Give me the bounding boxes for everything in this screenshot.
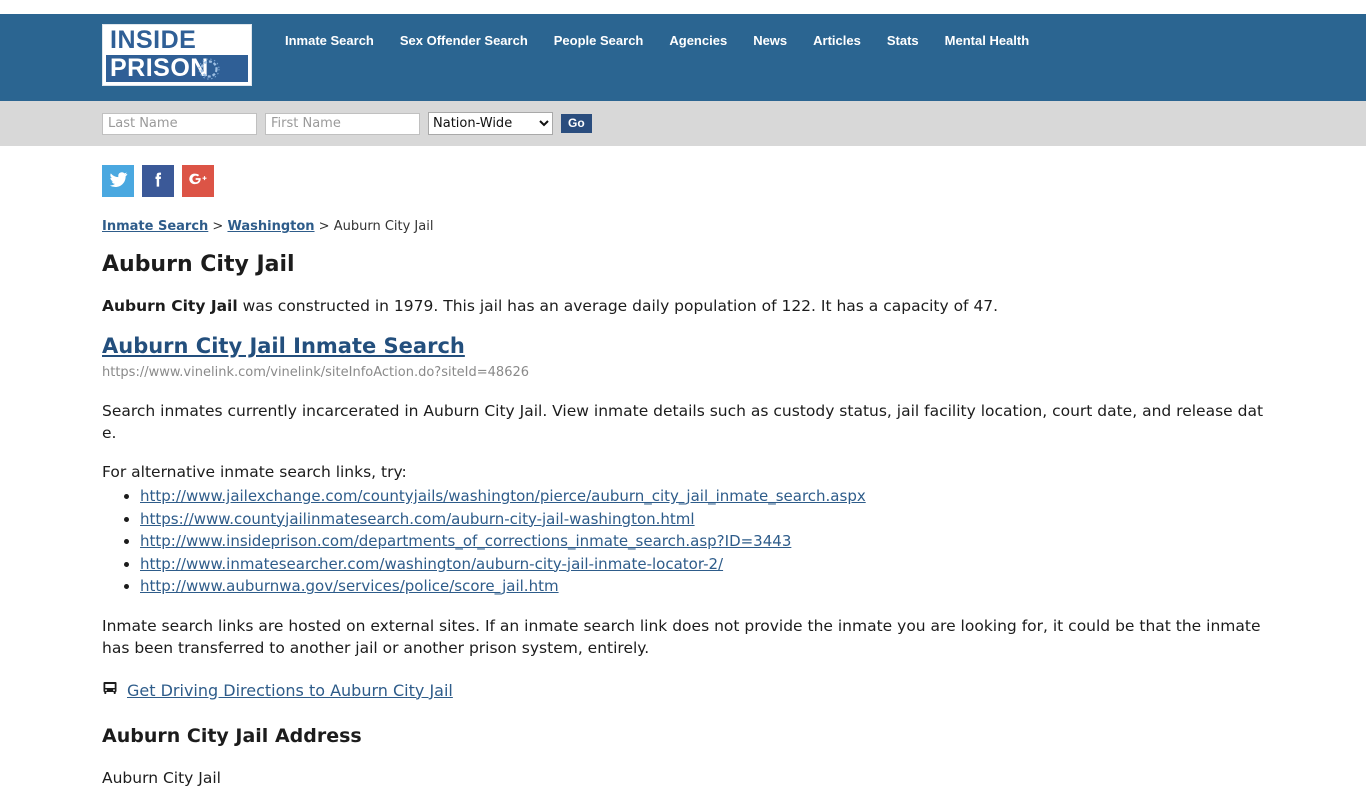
- first-name-input[interactable]: [265, 112, 420, 135]
- nav-item-agencies[interactable]: Agencies: [669, 33, 727, 49]
- alt-link-inmatesearcher[interactable]: http://www.inmatesearcher.com/washington…: [140, 555, 723, 573]
- nav-item-people-search[interactable]: People Search: [554, 33, 644, 49]
- breadcrumb-separator-1: >: [208, 219, 228, 234]
- driving-directions-row: Get Driving Directions to Auburn City Ja…: [102, 681, 1276, 701]
- last-name-input[interactable]: [102, 112, 257, 135]
- facebook-icon: [149, 170, 168, 193]
- list-item: http://www.inmatesearcher.com/washington…: [140, 553, 1276, 576]
- list-item: http://www.auburnwa.gov/services/police/…: [140, 575, 1276, 598]
- logo-text-prison: PRISON: [106, 55, 248, 82]
- alternative-links-label: For alternative inmate search links, try…: [102, 463, 407, 481]
- breadcrumb-separator-2: >: [314, 219, 334, 234]
- breadcrumb-link-inmate-search[interactable]: Inmate Search: [102, 219, 208, 234]
- logo-prison-label: PRISON: [110, 55, 209, 82]
- inmate-search-heading: Auburn City Jail Inmate Search: [102, 334, 1276, 359]
- breadcrumb-link-washington[interactable]: Washington: [227, 219, 314, 234]
- twitter-icon: [109, 170, 128, 193]
- site-logo[interactable]: INSIDE PRISON: [102, 24, 252, 86]
- search-scope-select[interactable]: Nation-Wide: [428, 112, 553, 135]
- quick-search-bar: Nation-Wide Go: [0, 101, 1366, 146]
- site-header: INSIDE PRISON Inmate Search Sex Offender…: [0, 14, 1366, 101]
- alt-link-auburnwa-gov[interactable]: http://www.auburnwa.gov/services/police/…: [140, 577, 559, 595]
- list-item: http://www.insideprison.com/departments_…: [140, 530, 1276, 553]
- barbed-wire-circle-icon: [198, 58, 220, 82]
- top-white-strip: [0, 0, 1366, 14]
- inmate-search-url: https://www.vinelink.com/vinelink/siteIn…: [102, 365, 530, 380]
- google-plus-share-button[interactable]: [182, 165, 214, 197]
- search-description: Search inmates currently incarcerated in…: [102, 402, 1264, 442]
- alt-link-insideprison[interactable]: http://www.insideprison.com/departments_…: [140, 532, 791, 550]
- alt-link-jailexchange[interactable]: http://www.jailexchange.com/countyjails/…: [140, 487, 866, 505]
- page-content: Inmate Search > Washington > Auburn City…: [0, 146, 1366, 789]
- nav-item-articles[interactable]: Articles: [813, 33, 861, 49]
- search-description-wrapper: Search inmates currently incarcerated in…: [102, 400, 1266, 444]
- driving-directions-link[interactable]: Get Driving Directions to Auburn City Ja…: [127, 681, 453, 701]
- address-heading: Auburn City Jail Address: [102, 724, 362, 747]
- facility-name-bold: Auburn City Jail: [102, 297, 238, 315]
- facility-intro-paragraph: Auburn City Jail was constructed in 1979…: [102, 295, 1276, 317]
- logo-text-inside: INSIDE: [110, 26, 197, 54]
- external-links-disclaimer: Inmate search links are hosted on extern…: [102, 616, 1261, 657]
- breadcrumb-current: Auburn City Jail: [333, 219, 434, 234]
- page-title: Auburn City Jail: [102, 252, 295, 277]
- search-go-button[interactable]: Go: [561, 114, 592, 133]
- nav-item-news[interactable]: News: [753, 33, 787, 49]
- nav-item-mental-health[interactable]: Mental Health: [945, 33, 1030, 49]
- alt-link-countyjailinmatesearch[interactable]: https://www.countyjailinmatesearch.com/a…: [140, 510, 695, 528]
- main-navigation: Inmate Search Sex Offender Search People…: [285, 33, 1029, 49]
- twitter-share-button[interactable]: [102, 165, 134, 197]
- bus-icon: [102, 681, 118, 701]
- nav-item-stats[interactable]: Stats: [887, 33, 919, 49]
- inmate-search-link[interactable]: Auburn City Jail Inmate Search: [102, 334, 465, 358]
- nav-item-sex-offender-search[interactable]: Sex Offender Search: [400, 33, 528, 49]
- alternative-links-list: http://www.jailexchange.com/countyjails/…: [102, 485, 1276, 598]
- breadcrumb: Inmate Search > Washington > Auburn City…: [102, 219, 1276, 235]
- social-share-row: [102, 165, 1276, 197]
- nav-item-inmate-search[interactable]: Inmate Search: [285, 33, 374, 49]
- list-item: http://www.jailexchange.com/countyjails/…: [140, 485, 1276, 508]
- list-item: https://www.countyjailinmatesearch.com/a…: [140, 508, 1276, 531]
- address-line-1: Auburn City Jail: [102, 768, 221, 787]
- facility-intro-rest: was constructed in 1979. This jail has a…: [237, 297, 999, 315]
- google-plus-icon: [188, 169, 208, 193]
- facebook-share-button[interactable]: [142, 165, 174, 197]
